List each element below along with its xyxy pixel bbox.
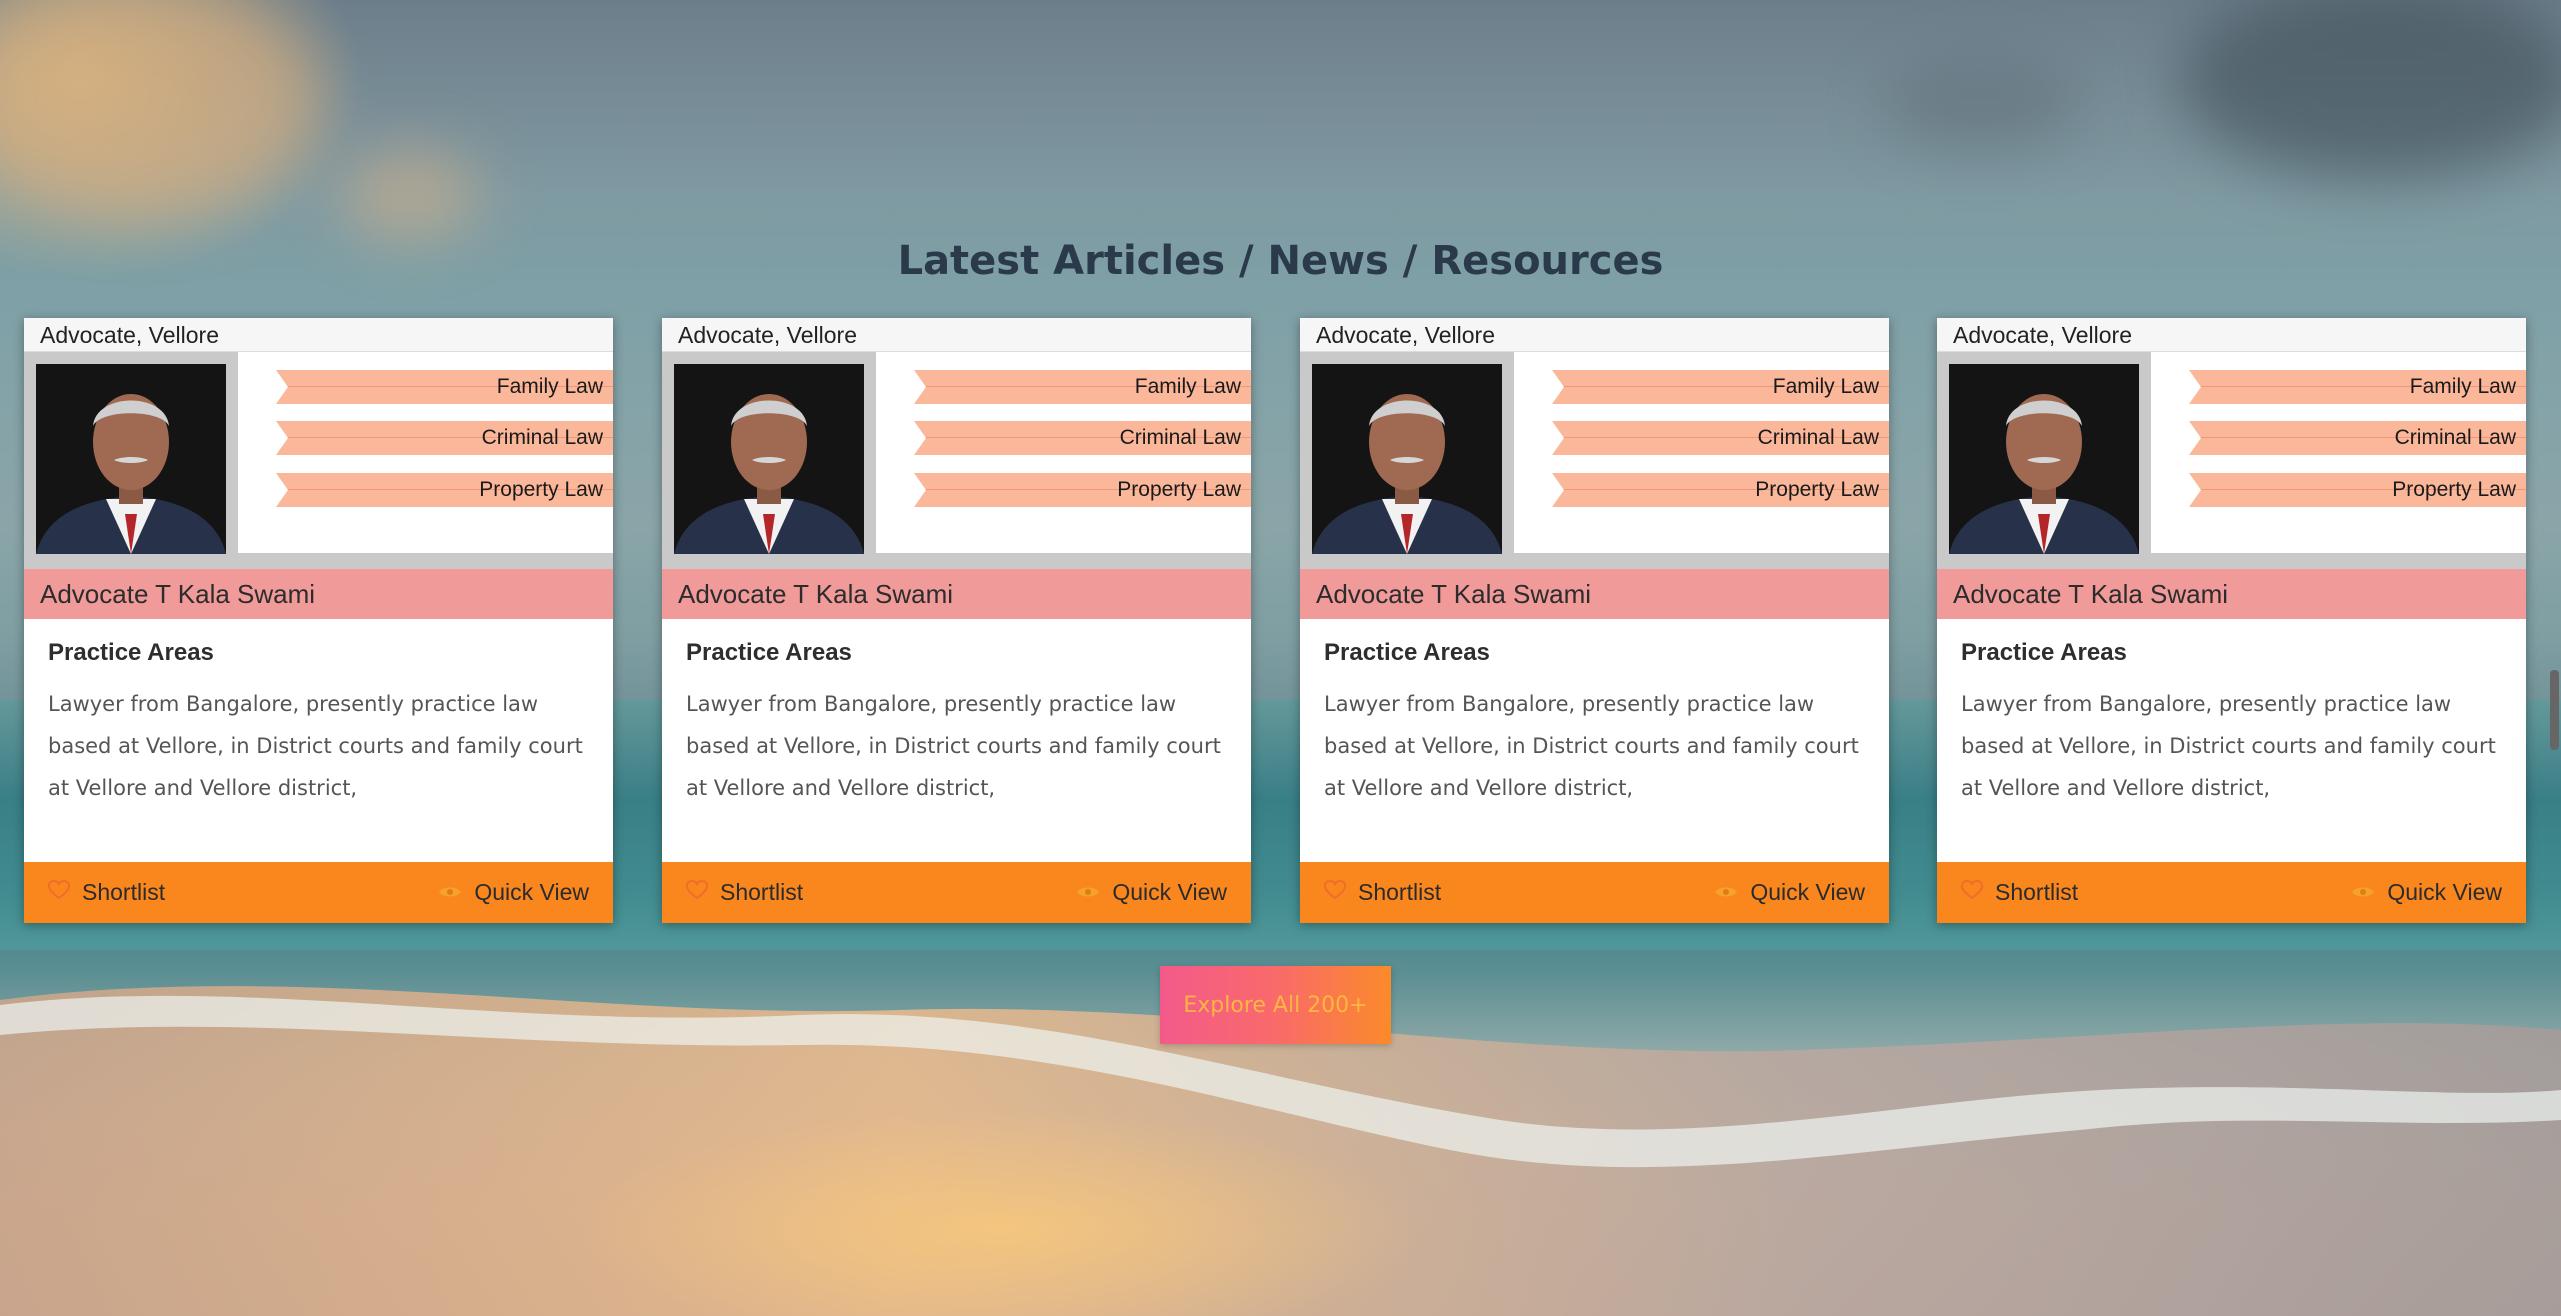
card-location: Advocate, Vellore [24, 318, 613, 352]
card-body: Practice Areas Lawyer from Bangalore, pr… [1937, 619, 2526, 850]
quick-view-label: Quick View [1750, 879, 1865, 905]
quick-view-label: Quick View [474, 879, 589, 905]
lawyer-name[interactable]: Advocate T Kala Swami [1937, 569, 2526, 619]
card-header: Family Law Criminal Law Property Law [24, 352, 613, 569]
practice-description: Lawyer from Bangalore, presently practic… [686, 692, 1221, 800]
card-footer: Shortlist Quick View [1300, 862, 1889, 923]
explore-all-button[interactable]: Explore All 200+ [1160, 966, 1391, 1044]
lawyer-name[interactable]: Advocate T Kala Swami [662, 569, 1251, 619]
quick-view-button[interactable]: Quick View [438, 862, 589, 923]
shortlist-button[interactable]: Shortlist [1323, 862, 1442, 923]
quick-view-button[interactable]: Quick View [1714, 862, 1865, 923]
page-scrollbar-thumb[interactable] [2550, 670, 2559, 750]
tag-criminal-law[interactable]: Criminal Law [276, 421, 613, 455]
practice-areas-heading: Practice Areas [48, 639, 214, 666]
tag-property-law[interactable]: Property Law [1552, 473, 1889, 507]
practice-areas-heading: Practice Areas [686, 639, 852, 666]
lawyer-name[interactable]: Advocate T Kala Swami [1300, 569, 1889, 619]
section-title: Latest Articles / News / Resources [897, 238, 1664, 284]
quick-view-label: Quick View [2387, 879, 2502, 905]
tag-property-law[interactable]: Property Law [276, 473, 613, 507]
lawyer-name[interactable]: Advocate T Kala Swami [24, 569, 613, 619]
tag-property-law[interactable]: Property Law [2189, 473, 2526, 507]
card-footer: Shortlist Quick View [662, 862, 1251, 923]
shortlist-label: Shortlist [1995, 879, 2079, 905]
lawyer-photo[interactable] [674, 364, 864, 554]
practice-tags: Family Law Criminal Law Property Law [1514, 352, 1889, 553]
practice-areas-heading: Practice Areas [1324, 639, 1490, 666]
shortlist-button[interactable]: Shortlist [47, 862, 166, 923]
lawyer-card[interactable]: Advocate, Vellore Family Law Criminal La… [24, 318, 613, 923]
card-header: Family Law Criminal Law Property Law [1300, 352, 1889, 569]
practice-tags: Family Law Criminal Law Property Law [2151, 352, 2526, 553]
card-footer: Shortlist Quick View [24, 862, 613, 923]
tag-criminal-law[interactable]: Criminal Law [914, 421, 1251, 455]
lawyer-photo[interactable] [1949, 364, 2139, 554]
page: Latest Articles / News / Resources Advoc… [0, 0, 2561, 1316]
heart-icon [47, 862, 71, 923]
quick-view-label: Quick View [1112, 879, 1227, 905]
practice-description: Lawyer from Bangalore, presently practic… [1961, 692, 2496, 800]
eye-icon [1714, 862, 1738, 923]
lawyer-card[interactable]: Advocate, Vellore Family Law Criminal La… [1937, 318, 2526, 923]
shortlist-button[interactable]: Shortlist [1960, 862, 2079, 923]
card-header: Family Law Criminal Law Property Law [662, 352, 1251, 569]
tag-family-law[interactable]: Family Law [914, 370, 1251, 404]
lawyer-photo[interactable] [1312, 364, 1502, 554]
tag-family-law[interactable]: Family Law [2189, 370, 2526, 404]
quick-view-button[interactable]: Quick View [2351, 862, 2502, 923]
card-location: Advocate, Vellore [1937, 318, 2526, 352]
lawyer-card[interactable]: Advocate, Vellore Family Law Criminal La… [662, 318, 1251, 923]
heart-icon [1960, 862, 1984, 923]
lawyer-card[interactable]: Advocate, Vellore Family Law Criminal La… [1300, 318, 1889, 923]
heart-icon [685, 862, 709, 923]
practice-description: Lawyer from Bangalore, presently practic… [1324, 692, 1859, 800]
eye-icon [438, 862, 462, 923]
card-header: Family Law Criminal Law Property Law [1937, 352, 2526, 569]
card-footer: Shortlist Quick View [1937, 862, 2526, 923]
card-body: Practice Areas Lawyer from Bangalore, pr… [1300, 619, 1889, 850]
shortlist-label: Shortlist [720, 879, 804, 905]
card-location: Advocate, Vellore [1300, 318, 1889, 352]
practice-tags: Family Law Criminal Law Property Law [238, 352, 613, 553]
tag-criminal-law[interactable]: Criminal Law [2189, 421, 2526, 455]
quick-view-button[interactable]: Quick View [1076, 862, 1227, 923]
tag-property-law[interactable]: Property Law [914, 473, 1251, 507]
tag-family-law[interactable]: Family Law [1552, 370, 1889, 404]
card-location: Advocate, Vellore [662, 318, 1251, 352]
heart-icon [1323, 862, 1347, 923]
shortlist-label: Shortlist [82, 879, 166, 905]
eye-icon [1076, 862, 1100, 923]
shortlist-label: Shortlist [1358, 879, 1442, 905]
tag-family-law[interactable]: Family Law [276, 370, 613, 404]
eye-icon [2351, 862, 2375, 923]
practice-tags: Family Law Criminal Law Property Law [876, 352, 1251, 553]
card-body: Practice Areas Lawyer from Bangalore, pr… [662, 619, 1251, 850]
tag-criminal-law[interactable]: Criminal Law [1552, 421, 1889, 455]
practice-description: Lawyer from Bangalore, presently practic… [48, 692, 583, 800]
card-body: Practice Areas Lawyer from Bangalore, pr… [24, 619, 613, 850]
practice-areas-heading: Practice Areas [1961, 639, 2127, 666]
lawyer-photo[interactable] [36, 364, 226, 554]
shortlist-button[interactable]: Shortlist [685, 862, 804, 923]
